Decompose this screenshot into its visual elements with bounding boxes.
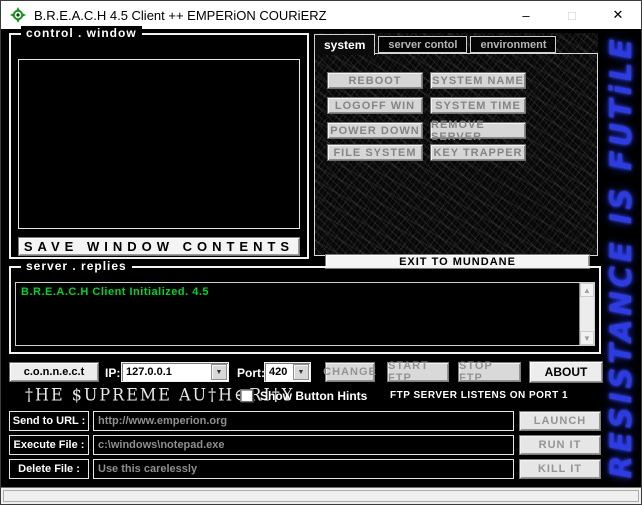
control-window-label: control . window (21, 26, 142, 40)
titlebar: B.R.E.A.C.H 4.5 Client ++ EMPERiON COURi… (1, 1, 641, 29)
kill-it-button[interactable]: KILL IT (519, 459, 601, 479)
tab-environment[interactable]: environment (470, 36, 556, 53)
server-replies-group: server . replies B.R.E.A.C.H Client Init… (9, 266, 601, 354)
server-replies-list[interactable]: B.R.E.A.C.H Client Initialized. 4.5 ▲ ▼ (15, 282, 595, 346)
app-window: B.R.E.A.C.H 4.5 Client ++ EMPERiON COURi… (0, 0, 642, 505)
status-bar-panel (3, 490, 639, 502)
server-replies-label: server . replies (21, 259, 132, 273)
connect-button[interactable]: c.o.n.n.e.c.t (9, 362, 99, 382)
system-time-button[interactable]: SYSTEM TIME (430, 97, 526, 114)
delete-file-label: Delete File : (9, 459, 89, 479)
start-ftp-button[interactable]: START FTP (387, 362, 449, 382)
launch-button[interactable]: LAUNCH (519, 411, 601, 431)
tab-control: system server contol environment REBOOT … (314, 33, 598, 256)
scroll-up-icon[interactable]: ▲ (580, 283, 594, 297)
ip-label: IP: (105, 366, 120, 380)
system-tab-page: REBOOT SYSTEM NAME LOGOFF WIN SYSTEM TIM… (314, 53, 598, 256)
close-button[interactable]: ✕ (595, 1, 641, 29)
chevron-down-icon[interactable]: ▼ (293, 364, 309, 380)
execute-file-input[interactable] (93, 435, 514, 455)
file-system-button[interactable]: FILE SYSTEM (327, 144, 423, 161)
control-window-screen (18, 59, 300, 229)
ip-value[interactable]: 127.0.0.1 (122, 363, 210, 381)
status-bar (1, 487, 641, 504)
change-button[interactable]: CHANGE (325, 362, 375, 382)
minimize-button[interactable]: – (503, 1, 549, 29)
execute-file-label: Execute File : (9, 435, 89, 455)
ip-combobox[interactable]: 127.0.0.1 ▼ (121, 362, 229, 382)
show-button-hints-label[interactable]: Show Button Hints (260, 389, 367, 403)
port-combobox[interactable]: 420 ▼ (264, 362, 311, 382)
system-name-button[interactable]: SYSTEM NAME (430, 72, 526, 89)
maximize-button: □ (549, 1, 595, 29)
remove-server-button[interactable]: REMOVE SERVER (430, 122, 526, 139)
about-button[interactable]: ABOUT (529, 361, 603, 383)
ftp-note-label: FTP SERVER LISTENS ON PORT 1 (390, 390, 568, 401)
reboot-button[interactable]: REBOOT (327, 72, 423, 89)
power-down-button[interactable]: POWER DOWN (327, 122, 423, 139)
run-it-button[interactable]: RUN IT (519, 435, 601, 455)
window-title: B.R.E.A.C.H 4.5 Client ++ EMPERiON COURi… (34, 8, 327, 23)
supreme-authority-text: †HE $UPREME AU†H⊕RI†Y (25, 385, 215, 405)
resistance-graffiti: RESISTANCE IS FUTiLE (600, 31, 642, 483)
logoff-win-button[interactable]: LOGOFF WIN (327, 97, 423, 114)
tab-system[interactable]: system (314, 34, 375, 55)
resistance-text: RESISTANCE IS FUTiLE (604, 35, 638, 478)
reply-line[interactable]: B.R.E.A.C.H Client Initialized. 4.5 (16, 283, 594, 301)
save-window-contents-button[interactable]: SAVE WINDOW CONTENTS (18, 237, 300, 256)
chevron-down-icon[interactable]: ▼ (211, 364, 227, 380)
scroll-down-icon[interactable]: ▼ (580, 331, 594, 345)
key-trapper-button[interactable]: KEY TRAPPER (430, 144, 526, 161)
stop-ftp-button[interactable]: STOP FTP (458, 362, 521, 382)
show-button-hints-checkbox[interactable] (240, 389, 253, 402)
port-label: Port: (237, 366, 265, 380)
tab-strip: system server contol environment (314, 33, 559, 53)
tab-server-contol[interactable]: server contol (378, 36, 467, 53)
send-to-url-input[interactable] (93, 411, 514, 431)
control-window-group: control . window SAVE WINDOW CONTENTS (9, 33, 309, 259)
send-to-url-label: Send to URL : (9, 411, 89, 431)
delete-file-input[interactable] (93, 459, 514, 479)
replies-scrollbar[interactable]: ▲ ▼ (579, 283, 594, 345)
app-icon (10, 7, 26, 23)
port-value[interactable]: 420 (265, 363, 292, 381)
